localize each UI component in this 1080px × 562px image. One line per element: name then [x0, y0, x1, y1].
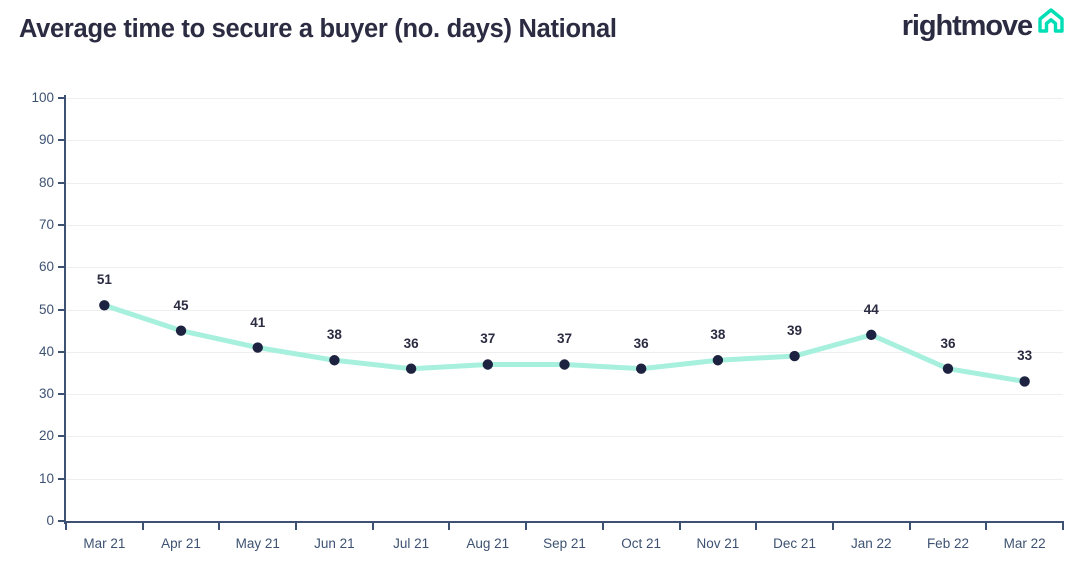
data-point-label: 38	[710, 327, 726, 343]
data-point-marker[interactable]	[99, 300, 110, 311]
brand-wordmark: rightmove	[901, 9, 1033, 42]
data-point-marker[interactable]	[789, 350, 800, 362]
data-point-marker[interactable]	[1019, 376, 1030, 387]
data-point-marker[interactable]	[866, 329, 877, 341]
data-point-marker[interactable]	[252, 342, 263, 353]
line-chart: 0 10 20 30 40 50 60 70 80 90 100 Mar 21 Apr 21 May 2…	[0, 66, 1080, 562]
data-point-label: 37	[556, 331, 573, 347]
data-point-label: 33	[1017, 348, 1033, 364]
data-point-label: 41	[250, 314, 266, 330]
data-point-marker[interactable]	[329, 355, 340, 366]
data-point-label: 45	[173, 297, 189, 313]
data-point-marker[interactable]	[712, 355, 724, 366]
data-point-marker[interactable]	[405, 363, 417, 374]
house-outline-icon	[1038, 8, 1064, 33]
data-point-label: 37	[480, 331, 496, 347]
data-point-marker[interactable]	[635, 363, 647, 374]
rightmove-logo: rightmove	[902, 7, 1066, 45]
data-point-label: 36	[403, 335, 419, 351]
page-title: Average time to secure a buyer (no. days…	[19, 15, 617, 43]
data-point-marker[interactable]	[559, 359, 570, 370]
data-point-label: 36	[940, 335, 956, 351]
data-point-marker[interactable]	[175, 325, 187, 336]
data-point-label: 39	[787, 323, 803, 339]
chart-header: Average time to secure a buyer (no. days…	[0, 0, 1080, 66]
data-point-label: 44	[863, 301, 879, 317]
data-point-label: 38	[326, 327, 342, 343]
data-point-marker[interactable]	[482, 359, 494, 370]
data-point-marker[interactable]	[942, 363, 954, 374]
data-series	[99, 300, 1030, 387]
data-point-label: 51	[96, 272, 112, 288]
data-point-label: 36	[633, 335, 649, 351]
